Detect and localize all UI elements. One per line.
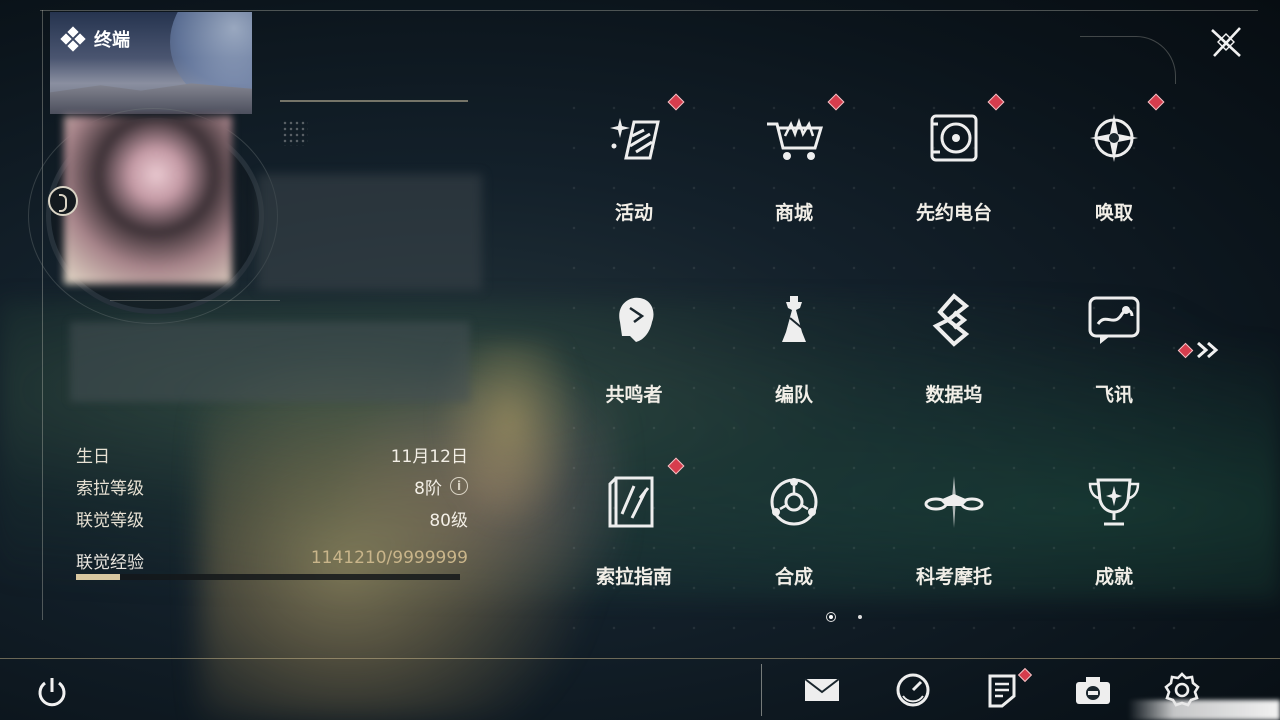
next-page-button[interactable]	[1177, 340, 1225, 360]
close-button[interactable]	[1206, 22, 1246, 62]
notice-board-icon	[988, 674, 1016, 708]
menu-item-convene[interactable]: 唤取	[1034, 88, 1194, 270]
menu-label: 活动	[614, 202, 653, 224]
convene-star-icon	[1082, 106, 1146, 170]
data-bank-icon	[922, 288, 986, 352]
profile-info: 生日 11月12日 索拉等级 8阶 i 联觉等级 80级	[76, 438, 468, 534]
player-name-redacted	[258, 174, 482, 290]
sol-rank-value-text: 8阶	[414, 478, 442, 499]
notification-badge	[667, 457, 685, 475]
page-indicator	[826, 612, 862, 622]
menu-label: 共鸣者	[605, 384, 663, 406]
bottom-bar-divider	[0, 658, 1280, 659]
notification-badge	[1147, 93, 1165, 111]
menu-item-resonators[interactable]: 共鸣者	[554, 270, 714, 452]
menu-item-achievements[interactable]: 成就	[1034, 452, 1194, 634]
activity-sparkle-icon	[602, 106, 666, 170]
motorbike-icon	[922, 470, 986, 534]
achievement-trophy-icon	[1082, 470, 1146, 534]
mail-icon	[804, 678, 840, 701]
corner-watermark	[1128, 700, 1280, 720]
team-chess-icon	[762, 288, 826, 352]
union-exp-value: 1141210/9999999	[310, 548, 468, 568]
union-exp-progress-bar	[76, 574, 460, 580]
notice-board-button[interactable]	[982, 670, 1022, 710]
notification-badge	[987, 93, 1005, 111]
radio-record-icon	[922, 106, 986, 170]
page-dot-active[interactable]	[826, 612, 836, 622]
menu-item-team[interactable]: 编队	[714, 270, 874, 452]
menu-label: 数据坞	[925, 384, 983, 406]
menu-label: 索拉指南	[595, 566, 672, 588]
terminal-diamonds-icon	[60, 26, 86, 52]
sol-rank-label: 索拉等级	[76, 478, 144, 499]
message-chat-icon	[1082, 288, 1146, 352]
camera-icon	[1076, 677, 1110, 704]
clock-button[interactable]	[893, 670, 933, 710]
menu-label: 成就	[1094, 566, 1133, 588]
mail-button[interactable]	[802, 670, 842, 710]
shop-basket-icon	[762, 106, 826, 170]
info-row-sol-rank: 索拉等级 8阶 i	[76, 470, 468, 502]
page-dot[interactable]	[858, 615, 862, 619]
close-icon	[1211, 27, 1241, 57]
union-exp-progress-fill	[76, 574, 120, 580]
terminal-title: 终端	[60, 26, 130, 52]
menu-item-synthesis[interactable]: 合成	[714, 452, 874, 634]
union-exp-row: 联觉经验 1141210/9999999	[76, 548, 468, 573]
menu-label: 科考摩托	[915, 566, 992, 588]
menu-item-messages[interactable]: 飞讯	[1034, 270, 1194, 452]
clock-icon	[896, 673, 930, 707]
sol-rank-value: 8阶 i	[414, 474, 468, 499]
menu-item-radio[interactable]: 先约电台	[874, 88, 1034, 270]
double-chevron-right-icon	[1197, 341, 1219, 359]
menu-label: 先约电台	[915, 202, 992, 224]
menu-label: 飞讯	[1094, 384, 1133, 406]
menu-item-activity[interactable]: 活动	[554, 88, 714, 270]
frame-corner-curve	[1080, 36, 1176, 84]
camera-button[interactable]	[1073, 670, 1113, 710]
synthesis-orbit-icon	[762, 470, 826, 534]
menu-item-databank[interactable]: 数据坞	[874, 270, 1034, 452]
resonator-head-icon	[602, 288, 666, 352]
menu-item-motorbike[interactable]: 科考摩托	[874, 452, 1034, 634]
info-row-birthday: 生日 11月12日	[76, 438, 468, 470]
menu-label: 商城	[774, 202, 813, 224]
guidebook-icon	[602, 470, 666, 534]
birthday-label: 生日	[76, 446, 110, 467]
power-button[interactable]	[34, 674, 70, 710]
menu-label: 唤取	[1094, 202, 1133, 224]
union-level-value: 80级	[429, 510, 468, 531]
avatar-edit-icon[interactable]	[48, 186, 78, 216]
name-divider	[280, 100, 468, 102]
union-level-label: 联觉等级	[76, 510, 144, 531]
menu-item-guidebook[interactable]: 索拉指南	[554, 452, 714, 634]
notification-badge	[667, 93, 685, 111]
menu-label: 编队	[774, 384, 813, 406]
union-exp-label: 联觉经验	[76, 553, 144, 573]
power-icon	[38, 678, 66, 707]
birthday-value: 11月12日	[390, 446, 468, 467]
signature-redacted[interactable]	[70, 322, 470, 402]
avatar[interactable]	[64, 116, 232, 284]
bottom-bar-separator	[761, 664, 762, 716]
menu-item-shop[interactable]: 商城	[714, 88, 874, 270]
frame-line-top	[40, 10, 1258, 11]
notification-badge	[827, 93, 845, 111]
name-underline	[110, 300, 280, 301]
decorative-dot-grid	[282, 120, 308, 146]
info-row-union-level: 联觉等级 80级	[76, 502, 468, 534]
menu-label: 合成	[774, 566, 813, 588]
notification-badge	[1177, 342, 1194, 358]
info-icon[interactable]: i	[450, 477, 468, 495]
frame-line-left	[42, 10, 43, 620]
terminal-title-text: 终端	[94, 30, 130, 51]
feature-menu-grid: 活动 商城 先约电台 唤取 共鸣者 编队 数据坞 飞讯 索拉指南 合成 科考摩托…	[554, 88, 1194, 634]
